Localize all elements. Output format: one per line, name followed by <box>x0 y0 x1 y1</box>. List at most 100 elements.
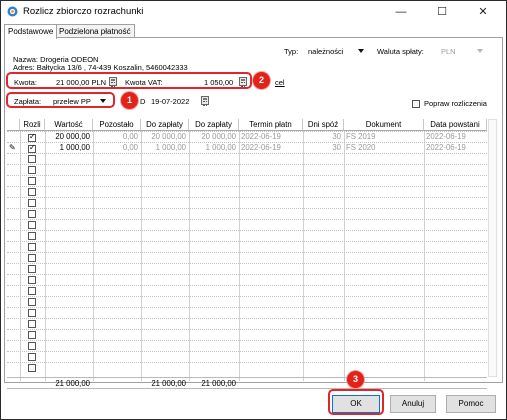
col-header-pozostalo[interactable]: Pozostało <box>93 119 141 131</box>
row-separator <box>7 351 487 352</box>
tab-podstawowe[interactable]: Podstawowe <box>4 24 58 39</box>
cell-do-zaplaty-1[interactable]: 1 000,00 <box>141 143 186 153</box>
popraw-rozliczenia-checkbox[interactable] <box>412 100 420 108</box>
close-button[interactable]: ✕ <box>466 3 500 21</box>
chevron-down-icon[interactable] <box>100 99 106 103</box>
row-separator <box>7 252 487 253</box>
row-checkbox[interactable] <box>28 287 36 295</box>
date-field[interactable]: 19-07-2022 <box>151 97 189 106</box>
cell-dni: 30 <box>332 143 341 152</box>
col-header-do-zaplaty-1[interactable]: Do zapłaty <box>141 119 189 131</box>
settlements-table[interactable]: Rozli Wartość Pozostało Do zapłaty Do za… <box>7 119 487 389</box>
col-header-termin[interactable]: Termin płatn <box>239 119 303 131</box>
col-header-marker <box>7 119 20 131</box>
row-checkbox[interactable] <box>28 309 36 317</box>
row-separator <box>7 274 487 275</box>
cell-termin: 2022-06-19 <box>241 143 281 152</box>
row-checkbox[interactable] <box>28 221 36 229</box>
col-header-rozlicz[interactable]: Rozli <box>20 119 45 131</box>
row-separator <box>7 175 487 176</box>
row-separator <box>7 362 487 363</box>
row-checkbox[interactable] <box>28 331 36 339</box>
waluta-select[interactable]: PLN <box>441 47 456 56</box>
row-checkbox[interactable] <box>28 342 36 350</box>
row-separator <box>7 318 487 319</box>
kwota-vat-label: Kwota VAT: <box>125 78 163 87</box>
cell-dokument: FS 2020 <box>346 143 376 152</box>
row-checkbox[interactable] <box>28 177 36 185</box>
row-checkbox[interactable] <box>28 364 36 372</box>
cell-do-zaplaty-1[interactable]: 20 000,00 <box>141 132 186 142</box>
total-wartosc: 21 000,00 <box>55 379 90 388</box>
kwota-label: Kwota: <box>14 78 37 87</box>
row-separator <box>7 219 487 220</box>
annotation-badge-1: 1 <box>121 92 138 109</box>
extra-link[interactable]: cel <box>275 78 285 87</box>
minimize-button[interactable]: — <box>384 3 418 21</box>
row-checkbox[interactable] <box>28 243 36 251</box>
date-label: D <box>140 97 146 106</box>
row-checkbox[interactable] <box>28 166 36 174</box>
typ-select[interactable]: należności <box>308 47 343 56</box>
title-bar[interactable]: Rozlicz zbiorczo rozrachunki — ☐ ✕ <box>1 1 506 23</box>
row-separator <box>7 263 487 264</box>
row-separator <box>7 197 487 198</box>
row-checkbox[interactable] <box>28 353 36 361</box>
tab-podzielona-platnosc[interactable]: Podzielona płatność <box>55 24 135 38</box>
zaplata-select[interactable]: przelew PP <box>53 97 91 106</box>
annotation-badge-3: 3 <box>347 371 364 388</box>
row-checkbox[interactable] <box>28 320 36 328</box>
row-separator <box>7 307 487 308</box>
row-checkbox[interactable] <box>28 298 36 306</box>
row-separator <box>7 329 487 330</box>
row-checkbox[interactable] <box>28 210 36 218</box>
app-icon <box>7 6 18 17</box>
cell-wartosc: 20 000,00 <box>55 132 90 141</box>
chevron-down-icon[interactable] <box>358 49 364 53</box>
calculator-icon[interactable] <box>109 77 117 87</box>
row-checkbox[interactable] <box>28 276 36 284</box>
cancel-button[interactable]: Anuluj <box>390 395 436 413</box>
cell-pozostalo: 0,00 <box>122 143 138 152</box>
row-checkbox[interactable] <box>28 155 36 163</box>
row-separator <box>7 241 487 242</box>
totals-row: 21 000,00 21 000,00 21 000,00 <box>7 377 487 389</box>
row-separator <box>7 142 487 143</box>
total-do-zaplaty-1: 21 000,00 <box>151 379 186 388</box>
row-separator <box>7 186 487 187</box>
row-separator <box>7 285 487 286</box>
help-button[interactable]: Pomoc <box>446 395 496 413</box>
col-header-dni[interactable]: Dni spóź <box>303 119 344 131</box>
cell-dokument: FS 2019 <box>346 132 376 141</box>
cell-do-zaplaty-2[interactable]: 1 000,00 <box>189 143 236 153</box>
cell-do-zaplaty-2[interactable]: 20 000,00 <box>189 132 236 142</box>
annotation-badge-2: 2 <box>253 72 270 89</box>
row-checkbox[interactable] <box>28 143 36 153</box>
calculator-icon[interactable] <box>239 77 247 87</box>
contractor-address: Adres: Bałtycka 13/6 , 74-439 Koszalin, … <box>13 63 188 72</box>
kwota-vat-field[interactable]: 1 050,00 <box>204 78 233 87</box>
col-header-dokument[interactable]: Dokument <box>344 119 424 131</box>
row-checkbox[interactable] <box>28 254 36 262</box>
row-separator <box>7 230 487 231</box>
maximize-button[interactable]: ☐ <box>425 3 459 21</box>
row-separator <box>7 340 487 341</box>
ok-button[interactable]: OK <box>332 395 380 413</box>
table-scrollbar[interactable] <box>488 119 497 377</box>
cell-wartosc: 1 000,00 <box>59 143 90 152</box>
row-checkbox[interactable] <box>28 232 36 240</box>
col-header-data[interactable]: Data powstani <box>424 119 487 131</box>
waluta-label: Waluta spłaty: <box>377 47 424 56</box>
popraw-rozliczenia-label: Popraw rozliczenia <box>424 99 487 108</box>
row-checkbox[interactable] <box>28 265 36 273</box>
row-checkbox[interactable] <box>28 188 36 196</box>
kwota-field[interactable]: 21 000,00 PLN <box>56 78 106 87</box>
cell-data: 2022-06-19 <box>426 132 466 141</box>
col-header-wartosc[interactable]: Wartość <box>45 119 93 131</box>
typ-label: Typ: <box>284 47 299 56</box>
calendar-icon[interactable] <box>201 96 209 106</box>
row-checkbox[interactable] <box>28 132 36 142</box>
row-checkbox[interactable] <box>28 199 36 207</box>
col-header-do-zaplaty-2[interactable]: Do zapłaty <box>189 119 239 131</box>
edit-pencil-icon: ✎ <box>9 143 16 152</box>
